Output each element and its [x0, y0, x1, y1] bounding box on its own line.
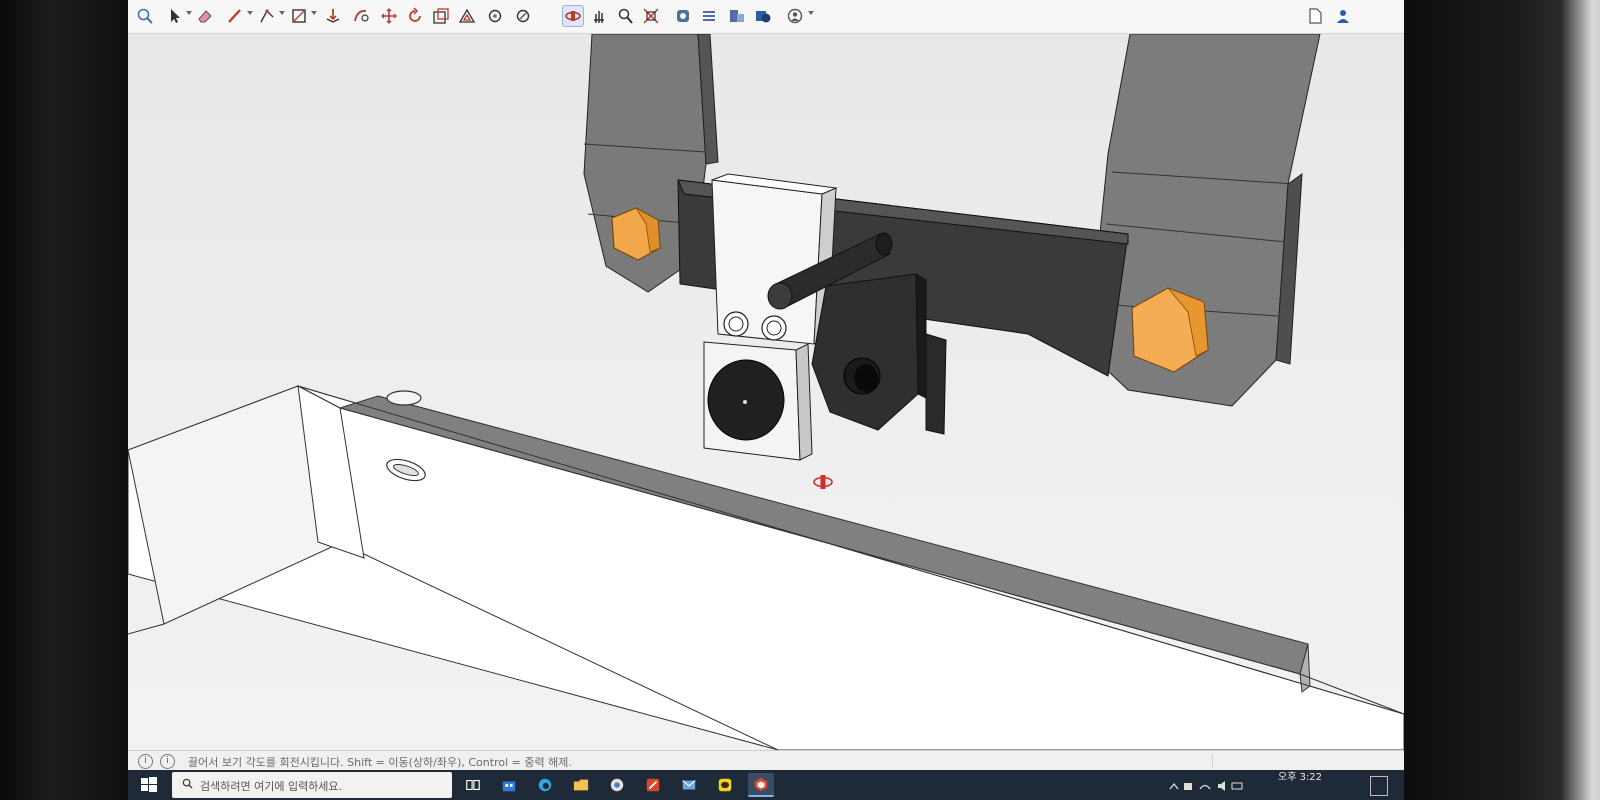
chevron-down-icon[interactable]: [186, 11, 192, 15]
document-icon[interactable]: [1304, 5, 1326, 27]
model-scene: [128, 34, 1404, 750]
components-icon[interactable]: [726, 5, 748, 27]
user-icon[interactable]: [1332, 5, 1354, 27]
help-icon[interactable]: i: [160, 754, 175, 769]
clamp-plate: [703, 173, 838, 461]
monitor-bezel-right: [1404, 0, 1600, 800]
screen: i i 끌어서 보기 각도를 회전시킵니다. Shift = 이동(상하/좌우)…: [128, 0, 1404, 800]
edge-icon[interactable]: [532, 773, 558, 797]
notification-icon[interactable]: [1370, 776, 1388, 796]
zoom-window-icon[interactable]: [614, 5, 636, 27]
status-bar: i i 끌어서 보기 각도를 회전시킵니다. Shift = 이동(상하/좌우)…: [128, 750, 1404, 771]
section-plane-icon[interactable]: [672, 5, 694, 27]
search-placeholder: 검색하려면 여기에 입력하세요.: [200, 780, 343, 793]
pan-icon[interactable]: [588, 5, 610, 27]
tape-measure-icon[interactable]: [484, 5, 506, 27]
scale-icon[interactable]: [430, 5, 452, 27]
taskbar-search-input[interactable]: 검색하려면 여기에 입력하세요.: [172, 772, 452, 798]
main-toolbar: [128, 0, 1404, 34]
follow-me-icon[interactable]: [350, 5, 372, 27]
info-icon[interactable]: i: [138, 754, 153, 769]
measurements-box[interactable]: [1212, 754, 1393, 768]
paint-icon[interactable]: [640, 773, 666, 797]
store-icon[interactable]: [496, 773, 522, 797]
eraser-icon[interactable]: [194, 5, 216, 27]
kakao-icon[interactable]: [712, 773, 738, 797]
zoom-icon[interactable]: [134, 5, 156, 27]
chevron-down-icon[interactable]: [279, 11, 285, 15]
clock-time[interactable]: 오후 3:22: [1278, 772, 1322, 784]
push-pull-icon[interactable]: [322, 5, 344, 27]
layers-icon[interactable]: [698, 5, 720, 27]
zoom-extents-icon[interactable]: [640, 5, 662, 27]
chevron-down-icon[interactable]: [247, 11, 253, 15]
chrome-icon[interactable]: [604, 773, 630, 797]
task-view-icon[interactable]: [460, 773, 486, 797]
3d-viewport[interactable]: [128, 34, 1404, 750]
protractor-icon[interactable]: [512, 5, 534, 27]
pencil-icon[interactable]: [224, 5, 246, 27]
styles-icon[interactable]: [752, 5, 774, 27]
offset-icon[interactable]: [456, 5, 478, 27]
mail-icon[interactable]: [676, 773, 702, 797]
rotate-icon[interactable]: [404, 5, 426, 27]
select-icon[interactable]: [164, 5, 186, 27]
file-explorer-icon[interactable]: [568, 773, 594, 797]
chevron-down-icon[interactable]: [311, 11, 317, 15]
chevron-down-icon[interactable]: [808, 11, 814, 15]
rectangle-icon[interactable]: [288, 5, 310, 27]
orbit-icon[interactable]: [562, 5, 584, 27]
move-icon[interactable]: [378, 5, 400, 27]
windows-start-icon[interactable]: [138, 774, 160, 796]
line-icon[interactable]: [256, 5, 278, 27]
orbit-cursor-icon: [813, 475, 833, 489]
search-icon: [182, 778, 193, 789]
status-hint-text: 끌어서 보기 각도를 회전시킵니다. Shift = 이동(상하/좌우), Co…: [188, 756, 572, 769]
tray-icons[interactable]: [1168, 780, 1248, 792]
sketchup-icon[interactable]: [748, 773, 774, 797]
windows-taskbar: 검색하려면 여기에 입력하세요. 오후 3:22: [128, 770, 1404, 800]
account-icon[interactable]: [784, 5, 806, 27]
lug-plate: [811, 273, 947, 435]
system-tray: 오후 3:22: [1148, 770, 1404, 800]
monitor-bezel-left: [0, 0, 128, 800]
